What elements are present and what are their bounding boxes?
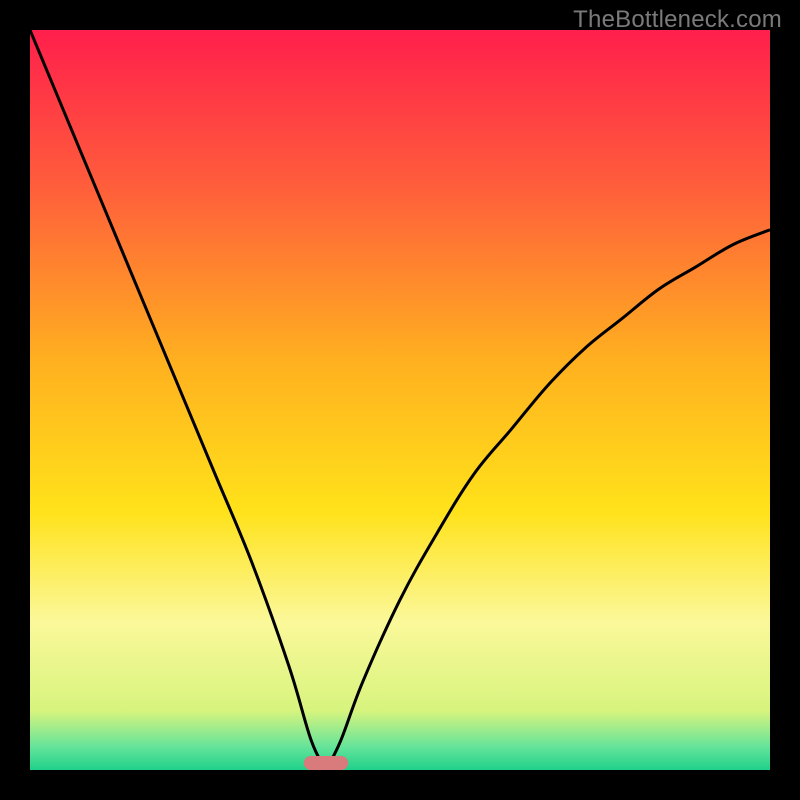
watermark-text: TheBottleneck.com [573,6,782,34]
chart-frame: TheBottleneck.com [0,0,800,800]
chart-svg [0,0,800,800]
minimum-marker [304,756,348,770]
plot-background [30,30,770,770]
